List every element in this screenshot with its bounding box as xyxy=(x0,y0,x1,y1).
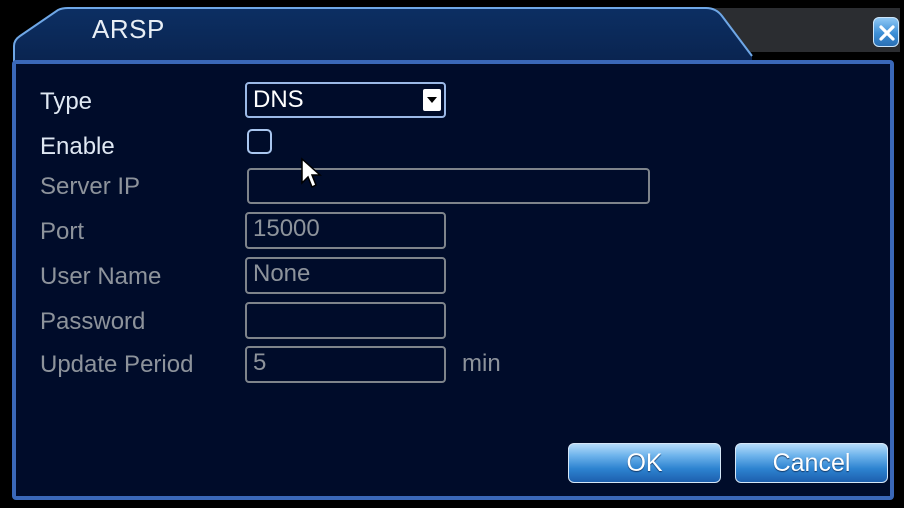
type-select[interactable]: DNS xyxy=(245,82,446,118)
enable-label: Enable xyxy=(40,133,115,160)
dropdown-arrow-icon[interactable] xyxy=(423,89,441,111)
update-period-field[interactable]: 5 xyxy=(245,346,446,383)
arsp-dialog: ARSP Type DNS Enable Server IP Port 1500… xyxy=(0,0,904,508)
ok-button[interactable]: OK xyxy=(568,443,721,483)
enable-checkbox[interactable] xyxy=(247,129,272,154)
password-label: Password xyxy=(40,308,146,335)
password-field[interactable] xyxy=(245,302,446,339)
window-title: ARSP xyxy=(92,14,165,44)
cancel-button[interactable]: Cancel xyxy=(735,443,888,483)
server-ip-label: Server IP xyxy=(40,173,141,200)
close-icon xyxy=(879,25,895,41)
port-label: Port xyxy=(40,218,85,245)
mouse-pointer-icon xyxy=(301,157,322,189)
update-period-unit: min xyxy=(462,350,501,377)
update-period-label: Update Period xyxy=(40,351,194,378)
port-field[interactable]: 15000 xyxy=(245,212,446,249)
type-label: Type xyxy=(40,88,93,115)
close-button[interactable] xyxy=(873,17,899,47)
user-name-field[interactable]: None xyxy=(245,257,446,294)
user-name-label: User Name xyxy=(40,263,162,290)
type-select-value: DNS xyxy=(253,86,304,113)
